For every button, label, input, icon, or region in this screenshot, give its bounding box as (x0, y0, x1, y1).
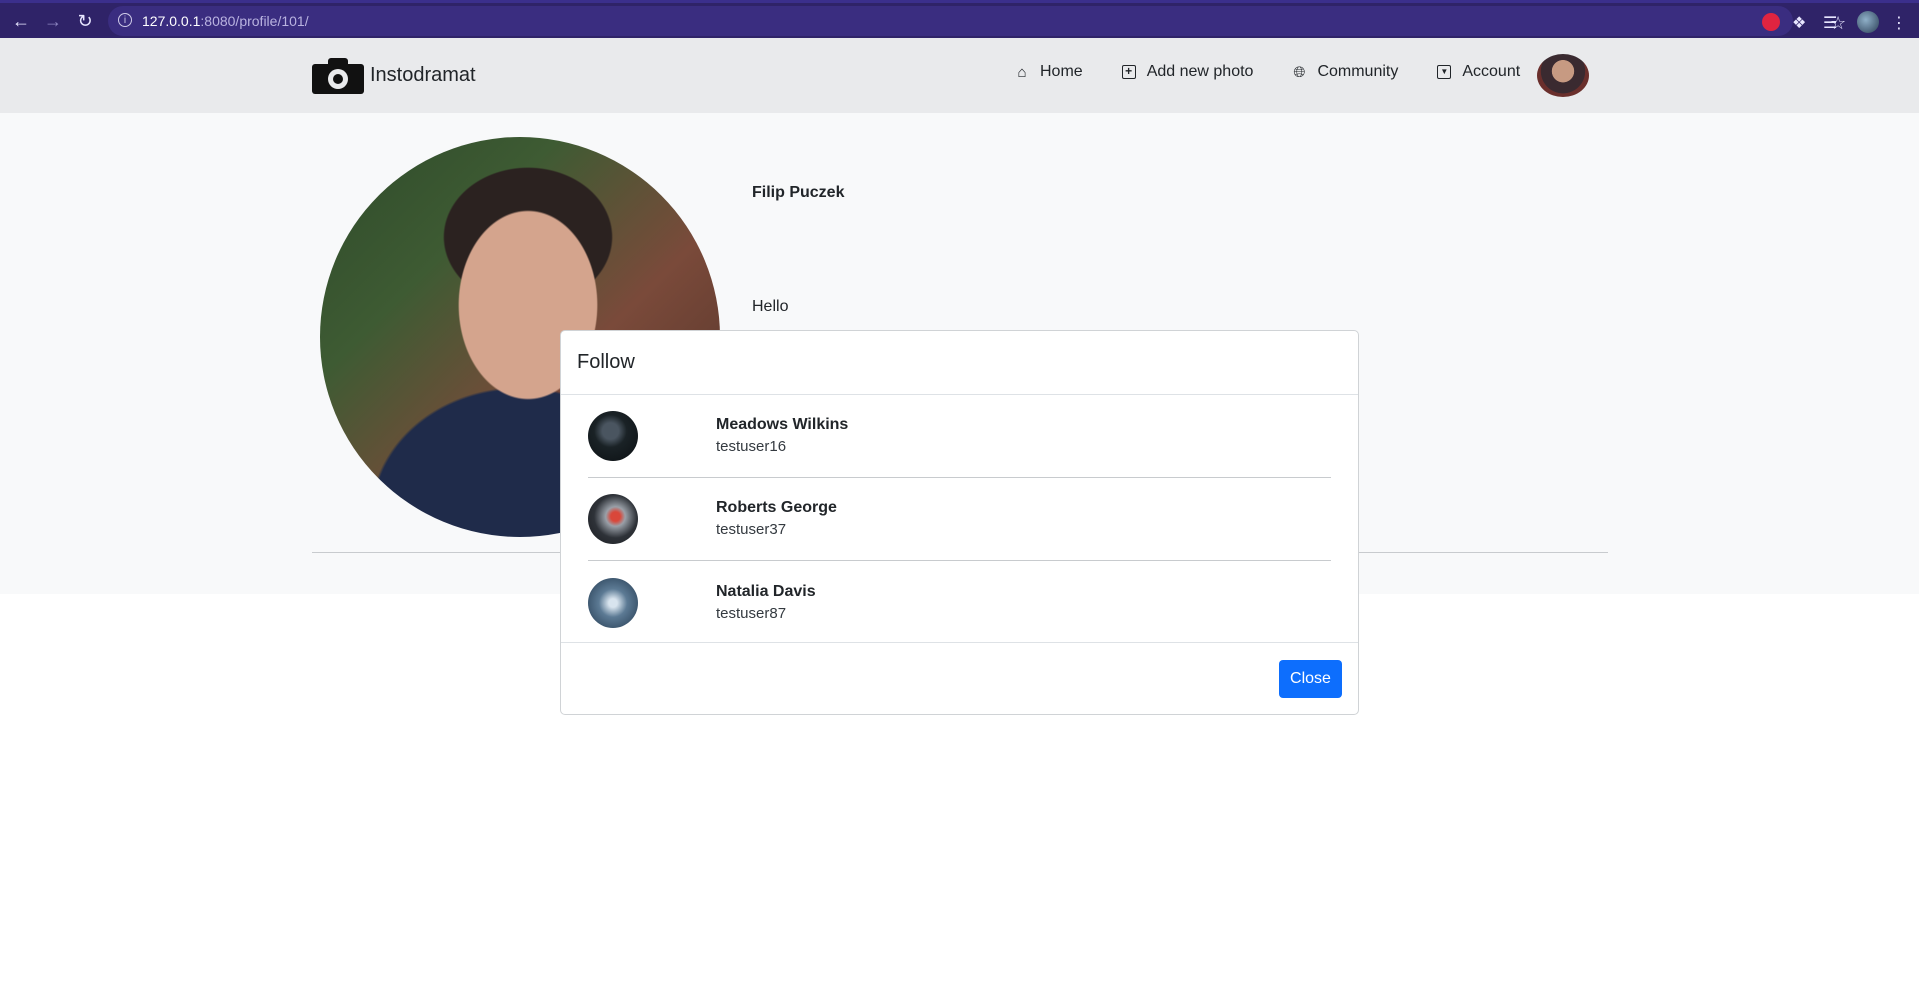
follow-modal: Follow Meadows Wilkins testuser16 Robert… (560, 330, 1359, 715)
nav-add-photo[interactable]: + Add new photo (1121, 63, 1254, 81)
profile-name: Filip Puczek (752, 184, 845, 201)
extensions-puzzle-icon[interactable]: ❖ (1792, 13, 1810, 32)
url-host: 127.0.0.1 (142, 13, 201, 29)
back-arrow-icon[interactable]: ← (12, 12, 30, 30)
house-icon: ⌂ (1017, 63, 1027, 81)
brand-link[interactable]: Instodramat (312, 55, 476, 95)
nav-account[interactable]: ▼ Account (1436, 63, 1520, 81)
nav-home-label: Home (1040, 63, 1083, 80)
extension-red-icon[interactable] (1762, 13, 1780, 31)
nav-home[interactable]: ⌂ Home (1014, 63, 1083, 81)
modal-title: Follow (561, 331, 1358, 395)
nav-community[interactable]: 🌐︎ Community (1291, 63, 1398, 81)
reading-list-icon[interactable]: ☰ (1823, 13, 1841, 32)
site-navbar: Instodramat ⌂ Home + Add new photo 🌐︎ Co… (0, 38, 1919, 113)
close-button[interactable]: Close (1279, 660, 1342, 698)
account-avatar[interactable] (1537, 54, 1589, 97)
follow-list-item[interactable]: Roberts George testuser37 (588, 478, 1331, 561)
plus-square-icon: + (1121, 64, 1137, 80)
url-path: :8080/profile/101/ (200, 13, 309, 29)
browser-menu-icon[interactable]: ⋮ (1890, 13, 1908, 32)
nav-account-label: Account (1462, 63, 1521, 80)
forward-arrow-icon[interactable]: → (44, 12, 62, 30)
browser-toolbar: ← → ↻ i 127.0.0.1:8080/profile/101/ ☆ ❖ … (0, 0, 1919, 38)
address-bar[interactable]: i 127.0.0.1:8080/profile/101/ ☆ (108, 6, 1846, 36)
reload-icon[interactable]: ↻ (76, 12, 94, 30)
browser-profile-avatar[interactable] (1857, 11, 1879, 33)
camera-icon (312, 56, 364, 94)
follow-list-item[interactable]: Natalia Davis testuser87 (588, 561, 1331, 644)
follow-list: Meadows Wilkins testuser16 Roberts Georg… (561, 395, 1358, 643)
user-username: testuser87 (716, 604, 787, 622)
site-info-icon[interactable]: i (118, 13, 132, 27)
profile-bio: Hello (752, 298, 789, 315)
globe-icon: 🌐︎ (1293, 63, 1306, 81)
nav-community-label: Community (1317, 63, 1399, 80)
user-full-name[interactable]: Natalia Davis (716, 581, 816, 603)
brand-name: Instodramat (370, 63, 476, 86)
user-username: testuser16 (716, 438, 787, 455)
nav-menu: ⌂ Home + Add new photo 🌐︎ Community ▼ Ac… (1014, 63, 1558, 81)
nav-add-photo-label: Add new photo (1146, 63, 1254, 80)
user-full-name[interactable]: Roberts George (716, 497, 837, 519)
user-avatar[interactable] (588, 577, 638, 628)
modal-footer: Close (561, 643, 1358, 714)
user-avatar[interactable] (588, 411, 638, 461)
user-username: testuser37 (716, 521, 787, 538)
user-avatar[interactable] (588, 494, 638, 544)
user-full-name[interactable]: Meadows Wilkins (716, 414, 848, 436)
caret-down-square-icon: ▼ (1436, 64, 1452, 80)
url-text: 127.0.0.1:8080/profile/101/ (142, 13, 309, 29)
follow-list-item[interactable]: Meadows Wilkins testuser16 (588, 395, 1331, 478)
